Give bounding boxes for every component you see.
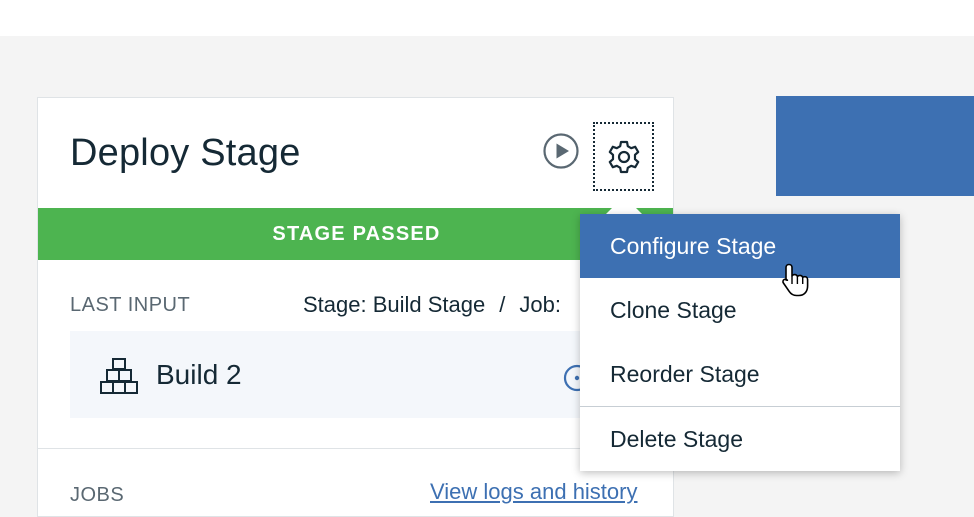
- run-stage-button[interactable]: [543, 133, 579, 169]
- input-separator: /: [499, 292, 506, 317]
- view-logs-link[interactable]: View logs and history: [430, 479, 638, 505]
- menu-caret: [606, 196, 642, 214]
- menu-item-delete-stage[interactable]: Delete Stage: [580, 407, 900, 471]
- top-bar: [0, 0, 974, 36]
- adjacent-stage-card[interactable]: [776, 96, 974, 196]
- menu-item-clone-stage[interactable]: Clone Stage: [580, 278, 900, 342]
- build-label: Build 2: [156, 359, 242, 390]
- stage-title: Deploy Stage: [70, 132, 301, 174]
- menu-item-configure-stage[interactable]: Configure Stage: [580, 214, 900, 278]
- last-input-build: Build 2: [70, 331, 630, 418]
- last-input-label: LAST INPUT: [70, 294, 191, 316]
- input-job-text[interactable]: Job:: [519, 292, 561, 317]
- hand-pointer-icon: [782, 263, 809, 297]
- gear-icon: [608, 140, 639, 173]
- stage-settings-menu: Configure Stage Clone Stage Reorder Stag…: [580, 214, 900, 471]
- input-stage-text[interactable]: Stage: Build Stage: [303, 292, 485, 317]
- menu-item-reorder-stage[interactable]: Reorder Stage: [580, 342, 900, 406]
- stage-status-banner: STAGE PASSED: [38, 208, 673, 260]
- jobs-label: JOBS: [70, 484, 125, 506]
- stacked-boxes-icon: [100, 358, 138, 394]
- stage-settings-button[interactable]: [593, 122, 654, 191]
- section-divider: [38, 448, 673, 449]
- play-circle-icon: [543, 133, 579, 169]
- stage-card: Deploy Stage STAGE PASSED LAST INPUT Sta…: [37, 97, 674, 517]
- last-input-source: Stage: Build Stage / Job:: [303, 292, 561, 318]
